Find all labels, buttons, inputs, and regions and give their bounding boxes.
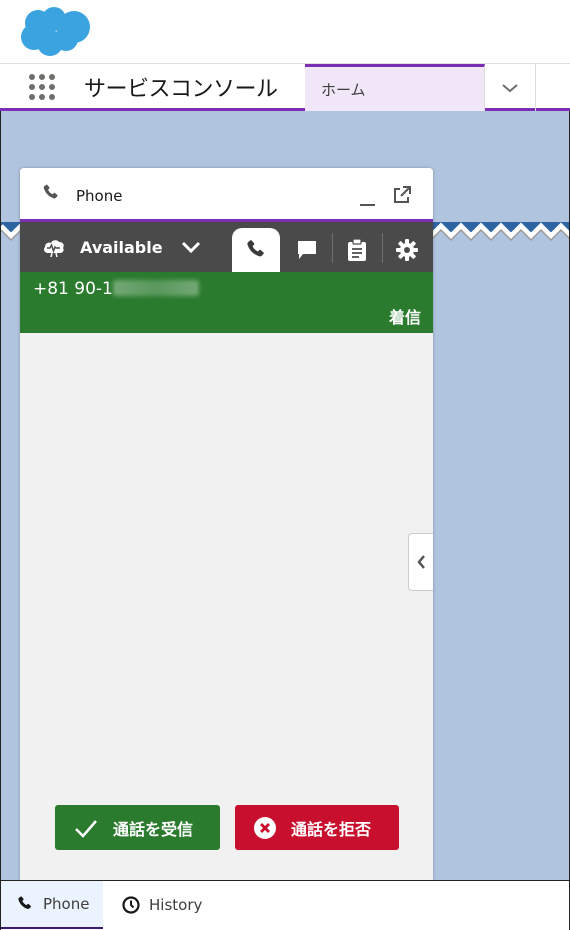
- phone-icon: [18, 896, 31, 909]
- salesforce-logo[interactable]: [18, 5, 94, 57]
- clock-icon: [122, 896, 140, 914]
- reject-call-label: 通話を拒否: [291, 819, 372, 839]
- cloud-status-icon: [44, 240, 64, 258]
- app-name: サービスコンソール: [84, 77, 278, 102]
- softphone-toolbar: Available: [20, 222, 433, 272]
- accept-call-label: 通話を受信: [113, 819, 194, 839]
- phone-icon: [43, 184, 58, 199]
- app-launcher-grid-icon[interactable]: [28, 73, 56, 101]
- collapse-panel-button[interactable]: [408, 533, 433, 591]
- chevron-down-icon: [502, 83, 518, 92]
- agent-status-dropdown[interactable]: Available: [42, 230, 201, 264]
- chat-icon: [298, 241, 316, 259]
- phone-panel-title: Phone: [76, 187, 123, 205]
- phone-panel: Phone Available +81 90-1 着信 通話を受信 通話を拒否: [20, 168, 433, 880]
- checkmark-icon: [75, 819, 97, 838]
- tab-chat[interactable]: [283, 228, 331, 272]
- incoming-call-banner: +81 90-1 着信: [20, 272, 433, 333]
- clipboard-icon: [348, 238, 366, 261]
- chevron-left-icon: [417, 555, 425, 569]
- gear-icon: [396, 239, 418, 261]
- caller-number-visible: +81 90-1: [33, 279, 113, 299]
- utility-item-label: History: [149, 896, 203, 914]
- minimize-icon[interactable]: [356, 186, 378, 208]
- agent-status-label: Available: [80, 237, 163, 257]
- utility-item-phone[interactable]: Phone: [1, 881, 103, 929]
- accept-call-button[interactable]: 通話を受信: [55, 805, 220, 850]
- close-circle-icon: [254, 816, 276, 839]
- nav-more-button[interactable]: [485, 64, 536, 111]
- tab-settings[interactable]: [383, 228, 431, 272]
- phone-panel-header: Phone: [20, 168, 433, 222]
- utility-item-label: Phone: [43, 895, 90, 913]
- global-header: [0, 0, 570, 64]
- nav-tab-home[interactable]: ホーム: [305, 64, 485, 111]
- utility-bar: Phone History: [0, 880, 570, 930]
- reject-call-button[interactable]: 通話を拒否: [235, 805, 399, 850]
- call-status: 着信: [388, 308, 421, 327]
- chevron-down-icon: [181, 241, 200, 254]
- tab-tasks[interactable]: [333, 228, 381, 272]
- nav-tab-label: ホーム: [321, 81, 366, 99]
- tab-phone[interactable]: [232, 228, 280, 272]
- popout-icon[interactable]: [391, 184, 413, 206]
- utility-item-history[interactable]: History: [103, 881, 202, 929]
- navigation-bar: サービスコンソール ホーム: [0, 64, 570, 111]
- caller-number-redacted: [112, 280, 199, 296]
- caller-number: +81 90-1: [33, 279, 199, 299]
- phone-icon: [247, 240, 264, 257]
